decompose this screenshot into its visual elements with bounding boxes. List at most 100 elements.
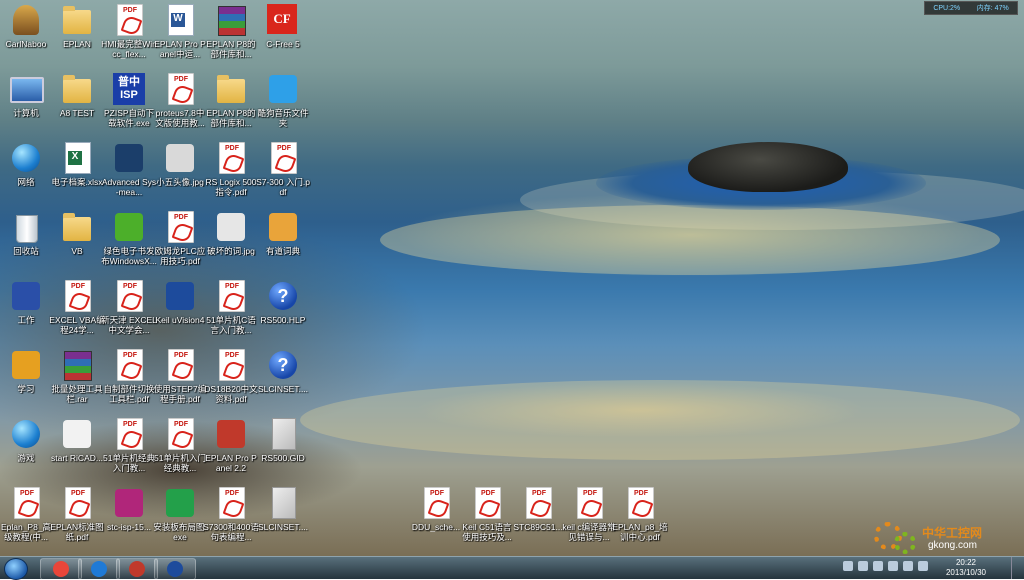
pdf-icon — [267, 142, 299, 174]
desktop-icon[interactable]: A8 TEST — [51, 71, 103, 137]
desktop-icon[interactable]: EPLAN — [51, 2, 103, 68]
desktop-icon-label: 回收站 — [13, 246, 39, 256]
desktop-icon[interactable]: proteus7.8中文版使用教... — [154, 71, 206, 137]
desktop-icon[interactable]: SLCINSET.... — [257, 485, 309, 551]
desktop-icon[interactable]: 使用STEP7编程手册.pdf — [154, 347, 206, 413]
desktop-icon[interactable]: 自制部件切换工具栏.pdf — [103, 347, 155, 413]
desktop-icon[interactable]: S7300和400语句表编程... — [203, 485, 259, 551]
desktop-icon[interactable]: DDU_sche... — [410, 485, 462, 551]
desktop-icon-label: C-Free 5 — [266, 39, 300, 49]
desktop-icon[interactable]: EPLAN Pro Panel中运... — [154, 2, 206, 68]
desktop-icon[interactable]: 小五头像.jpg — [154, 140, 206, 206]
clock-time: 20:22 — [955, 558, 976, 567]
desktop-icon-label: EPLAN Pro Panel中运... — [154, 39, 206, 59]
desktop-icon[interactable]: EPLAN P8的部件库和... — [205, 71, 257, 137]
desktop-icon[interactable]: 电子档案.xlsx — [51, 140, 103, 206]
desktop-icon[interactable]: CF C-Free 5 — [257, 2, 309, 68]
desktop-icon[interactable]: EPLAN_p8_培训中心.pdf — [612, 485, 668, 551]
desktop-icon[interactable]: EPLAN P8的部件库和... — [205, 2, 257, 68]
desktop-icon[interactable]: S7-300 入门.pdf — [256, 140, 310, 206]
desktop-icon[interactable]: CarlNaboo — [0, 2, 52, 68]
desktop-icon[interactable]: Advanced Sys-mea... — [101, 140, 157, 206]
desktop-icon[interactable]: 学习 — [0, 347, 52, 413]
action-center-icon[interactable] — [843, 561, 853, 571]
gen-icon — [10, 349, 42, 381]
chevron-up-icon[interactable] — [873, 561, 883, 571]
desktop-icon[interactable]: 普中 ISP PZISP自动下载软件.exe — [103, 71, 155, 137]
desktop-icon[interactable]: RS Logix 500指令.pdf — [205, 140, 257, 206]
pdf-icon — [61, 487, 93, 519]
desktop-icon[interactable]: DS18B20中文资料.pdf — [204, 347, 258, 413]
pdf-icon — [10, 487, 42, 519]
desktop-icon[interactable]: STC89C51... — [512, 485, 564, 551]
desktop-icon[interactable]: 工作 — [0, 278, 52, 344]
rock — [688, 142, 848, 192]
desktop-icon-label: 网络 — [17, 177, 35, 187]
desktop-icon-label: EPLAN标准图纸.pdf — [50, 522, 104, 542]
desktop-icon[interactable]: 欧姆龙PLC应用技巧.pdf — [154, 209, 206, 275]
taskbar-button-ie[interactable] — [78, 558, 120, 580]
desktop-icon[interactable]: 绿色电子书发布WindowsX... — [101, 209, 157, 275]
desktop-icon-label: stc-isp-15... — [107, 522, 151, 532]
network-icon[interactable] — [918, 561, 928, 571]
desktop-icon[interactable]: RS500.GID — [257, 416, 309, 482]
desktop-icon-label: 工作 — [17, 315, 35, 325]
desktop-icon[interactable]: 安装板布局图.exe — [153, 485, 207, 551]
desktop-icon-label: EPLAN_p8_培训中心.pdf — [612, 522, 668, 542]
desktop-icon[interactable]: 酷狗音乐文件夹 — [257, 71, 309, 137]
pdf-icon — [113, 280, 145, 312]
desktop-icon[interactable]: 网络 — [0, 140, 52, 206]
gen-icon — [164, 280, 196, 312]
desktop-icon[interactable]: ? SLCINSET.... — [257, 347, 309, 413]
taskbar-button-chrome[interactable] — [40, 558, 82, 580]
desktop-icon[interactable]: keil c编译器常见错误与... — [562, 485, 616, 551]
taskbar-button-keil[interactable] — [154, 558, 196, 580]
desktop-icon[interactable]: 51单片机入门经典教... — [154, 416, 206, 482]
desktop-icon[interactable]: stc-isp-15... — [103, 485, 155, 551]
pdf-icon — [215, 280, 247, 312]
clock[interactable]: 20:22 2013/10/30 — [946, 558, 986, 578]
pdf-icon — [113, 4, 145, 36]
flag-icon[interactable] — [888, 561, 898, 571]
desktop-icon-label: 绿色电子书发布WindowsX... — [101, 246, 157, 266]
desktop-icon-label: RS500.GID — [261, 453, 305, 463]
desktop-icon[interactable]: 破坏的词.jpg — [205, 209, 257, 275]
show-desktop-button[interactable] — [1011, 557, 1024, 579]
gen-icon — [267, 211, 299, 243]
taskbar-button-eplan[interactable] — [116, 558, 158, 580]
desktop-icon[interactable]: 51单片机C语言入门教... — [205, 278, 257, 344]
desktop-icon[interactable]: Eplan_P8_高级教程(中... — [0, 485, 52, 551]
desktop-icon[interactable]: VB — [51, 209, 103, 275]
desktop-icon-label: A8 TEST — [59, 108, 95, 118]
rar-icon — [61, 349, 93, 381]
desktop-icon[interactable]: Keil C51语言使用技巧及... — [461, 485, 513, 551]
pdf-icon — [164, 211, 196, 243]
desktop-icon[interactable]: start RiCAD... — [51, 416, 103, 482]
desktop-icon-label: 51单片机经典入门教... — [103, 453, 155, 473]
desktop-icon[interactable]: 51单片机经典入门教... — [103, 416, 155, 482]
chrome-icon — [53, 561, 69, 577]
pdf-icon — [61, 280, 93, 312]
help-icon[interactable] — [858, 561, 868, 571]
gen-icon — [10, 280, 42, 312]
start-button[interactable] — [4, 558, 28, 580]
desktop-icon[interactable]: EPLAN标准图纸.pdf — [50, 485, 104, 551]
desktop-icon[interactable]: 批量处理工具栏.rar — [51, 347, 103, 413]
gen-icon — [267, 73, 299, 105]
desktop-icon[interactable]: EXCEL VBA编程24学... — [49, 278, 105, 344]
desktop-icon[interactable]: 游戏 — [0, 416, 52, 482]
desktop-icon[interactable]: 回收站 — [0, 209, 52, 275]
desktop-icon[interactable]: 新天津 EXCEL中文学会... — [101, 278, 157, 344]
volume-icon[interactable] — [903, 561, 913, 571]
globe-icon — [10, 142, 42, 174]
desktop-icon[interactable]: ? RS500.HLP — [257, 278, 309, 344]
desktop-icon-label: Advanced Sys-mea... — [101, 177, 157, 197]
desktop-icon[interactable]: Keil uVision4 — [154, 278, 206, 344]
desktop-icon[interactable]: EPLAN Pro Panel 2.2 — [205, 416, 257, 482]
desktop-icon[interactable]: 计算机 — [0, 71, 52, 137]
desktop-icon[interactable]: HMI最完整Wincc_flex... — [101, 2, 157, 68]
pdf-icon — [624, 487, 656, 519]
gen-icon — [215, 418, 247, 450]
pdf-icon — [471, 487, 503, 519]
desktop-icon[interactable]: 有道词典 — [257, 209, 309, 275]
